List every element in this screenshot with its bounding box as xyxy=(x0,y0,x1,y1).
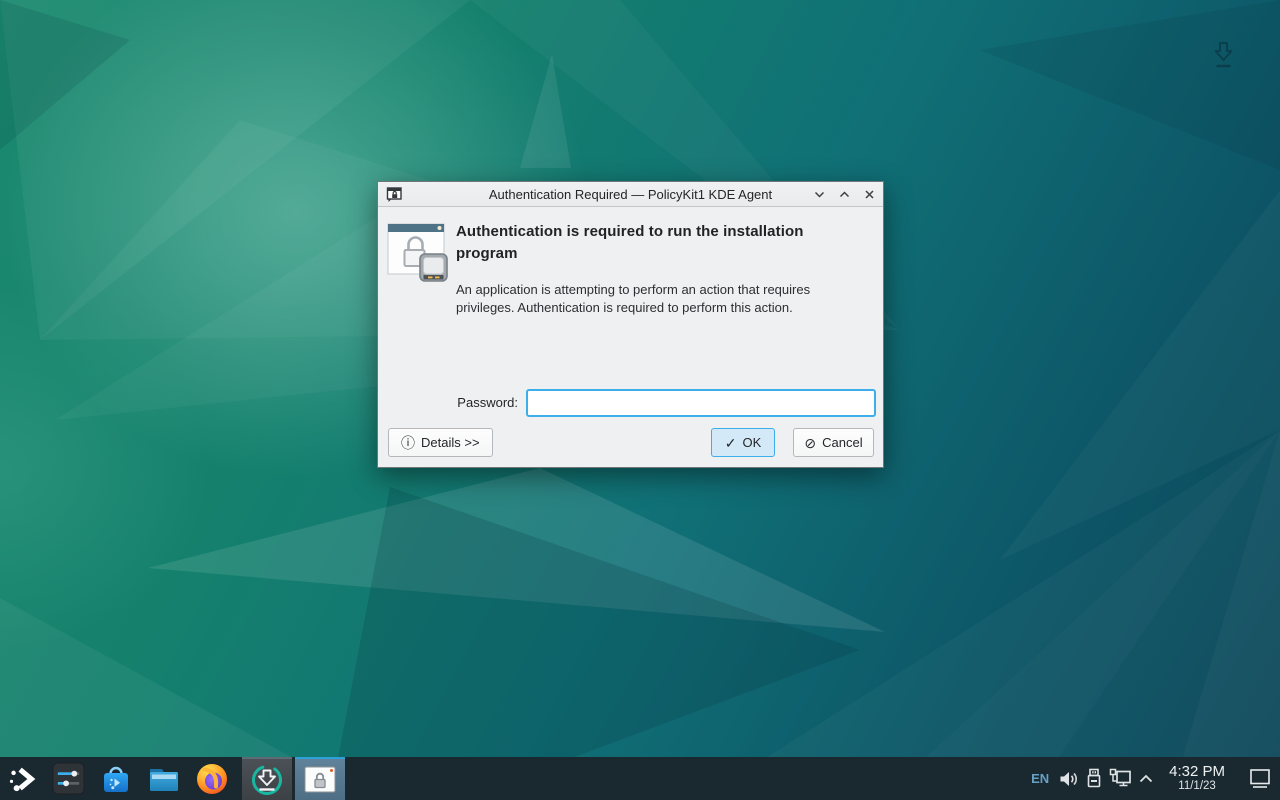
cancel-button-label: Cancel xyxy=(822,435,862,450)
discover-store-icon xyxy=(99,762,133,796)
plasma-launcher-icon xyxy=(7,764,37,794)
file-manager-button[interactable] xyxy=(140,757,188,800)
expand-tray-button[interactable] xyxy=(1133,762,1159,796)
minimize-button[interactable] xyxy=(811,186,827,202)
maximize-button[interactable] xyxy=(836,186,852,202)
window-controls xyxy=(811,186,877,202)
authentication-window-icon xyxy=(304,766,336,793)
window-padlock-installer-icon xyxy=(387,221,451,283)
keyboard-layout-indicator[interactable]: EN xyxy=(1025,771,1055,786)
task-authentication-window[interactable] xyxy=(295,757,345,800)
system-tray: EN xyxy=(1025,757,1280,800)
discover-store-button[interactable] xyxy=(92,757,140,800)
check-icon: ✓ xyxy=(725,436,737,450)
dialog-title: Authentication Required — PolicyKit1 KDE… xyxy=(378,187,883,202)
system-settings-button[interactable] xyxy=(44,757,92,800)
download-progress-icon xyxy=(250,763,284,797)
removable-device-button[interactable] xyxy=(1081,762,1107,796)
application-launcher-button[interactable] xyxy=(0,757,44,800)
network-button[interactable] xyxy=(1107,762,1133,796)
details-button-label: Details >> xyxy=(421,435,480,450)
close-button[interactable] xyxy=(861,186,877,202)
panel-left xyxy=(0,757,345,800)
ok-button[interactable]: ✓ OK xyxy=(711,428,775,457)
password-input[interactable] xyxy=(526,389,876,417)
firefox-button[interactable] xyxy=(188,757,236,800)
dialog-titlebar[interactable]: Authentication Required — PolicyKit1 KDE… xyxy=(378,182,883,207)
volume-icon xyxy=(1057,768,1079,790)
dialog-body: Authentication is required to run the in… xyxy=(378,207,883,468)
digital-clock[interactable]: 4:32 PM 11/1/23 xyxy=(1169,764,1225,793)
dialog-button-row: ⓘ Details >> ✓ OK ⊘ Cancel xyxy=(388,428,874,457)
password-label: Password: xyxy=(448,389,518,417)
taskbar-panel: EN xyxy=(0,757,1280,800)
clock-time: 4:32 PM xyxy=(1169,764,1225,780)
ok-button-label: OK xyxy=(742,435,761,450)
polkit-auth-dialog: Authentication Required — PolicyKit1 KDE… xyxy=(377,181,884,468)
dialog-message: An application is attempting to perform … xyxy=(456,281,852,317)
chevron-up-icon xyxy=(1137,770,1155,788)
desktop: Authentication Required — PolicyKit1 KDE… xyxy=(0,0,1280,800)
details-button[interactable]: ⓘ Details >> xyxy=(388,428,493,457)
block-icon: ⊘ xyxy=(804,436,816,450)
download-icon xyxy=(1212,40,1236,70)
show-desktop-icon xyxy=(1248,767,1272,791)
usb-device-icon xyxy=(1084,767,1104,790)
task-download-window[interactable] xyxy=(242,757,292,800)
network-icon xyxy=(1108,767,1133,790)
clock-date: 11/1/23 xyxy=(1169,780,1225,792)
dialog-heading: Authentication is required to run the in… xyxy=(456,221,856,265)
info-icon: ⓘ xyxy=(401,436,415,450)
cancel-button[interactable]: ⊘ Cancel xyxy=(793,428,874,457)
system-settings-icon xyxy=(52,762,85,795)
firefox-icon xyxy=(195,762,229,796)
file-manager-icon xyxy=(146,763,182,795)
show-desktop-button[interactable] xyxy=(1245,759,1275,798)
volume-button[interactable] xyxy=(1055,762,1081,796)
